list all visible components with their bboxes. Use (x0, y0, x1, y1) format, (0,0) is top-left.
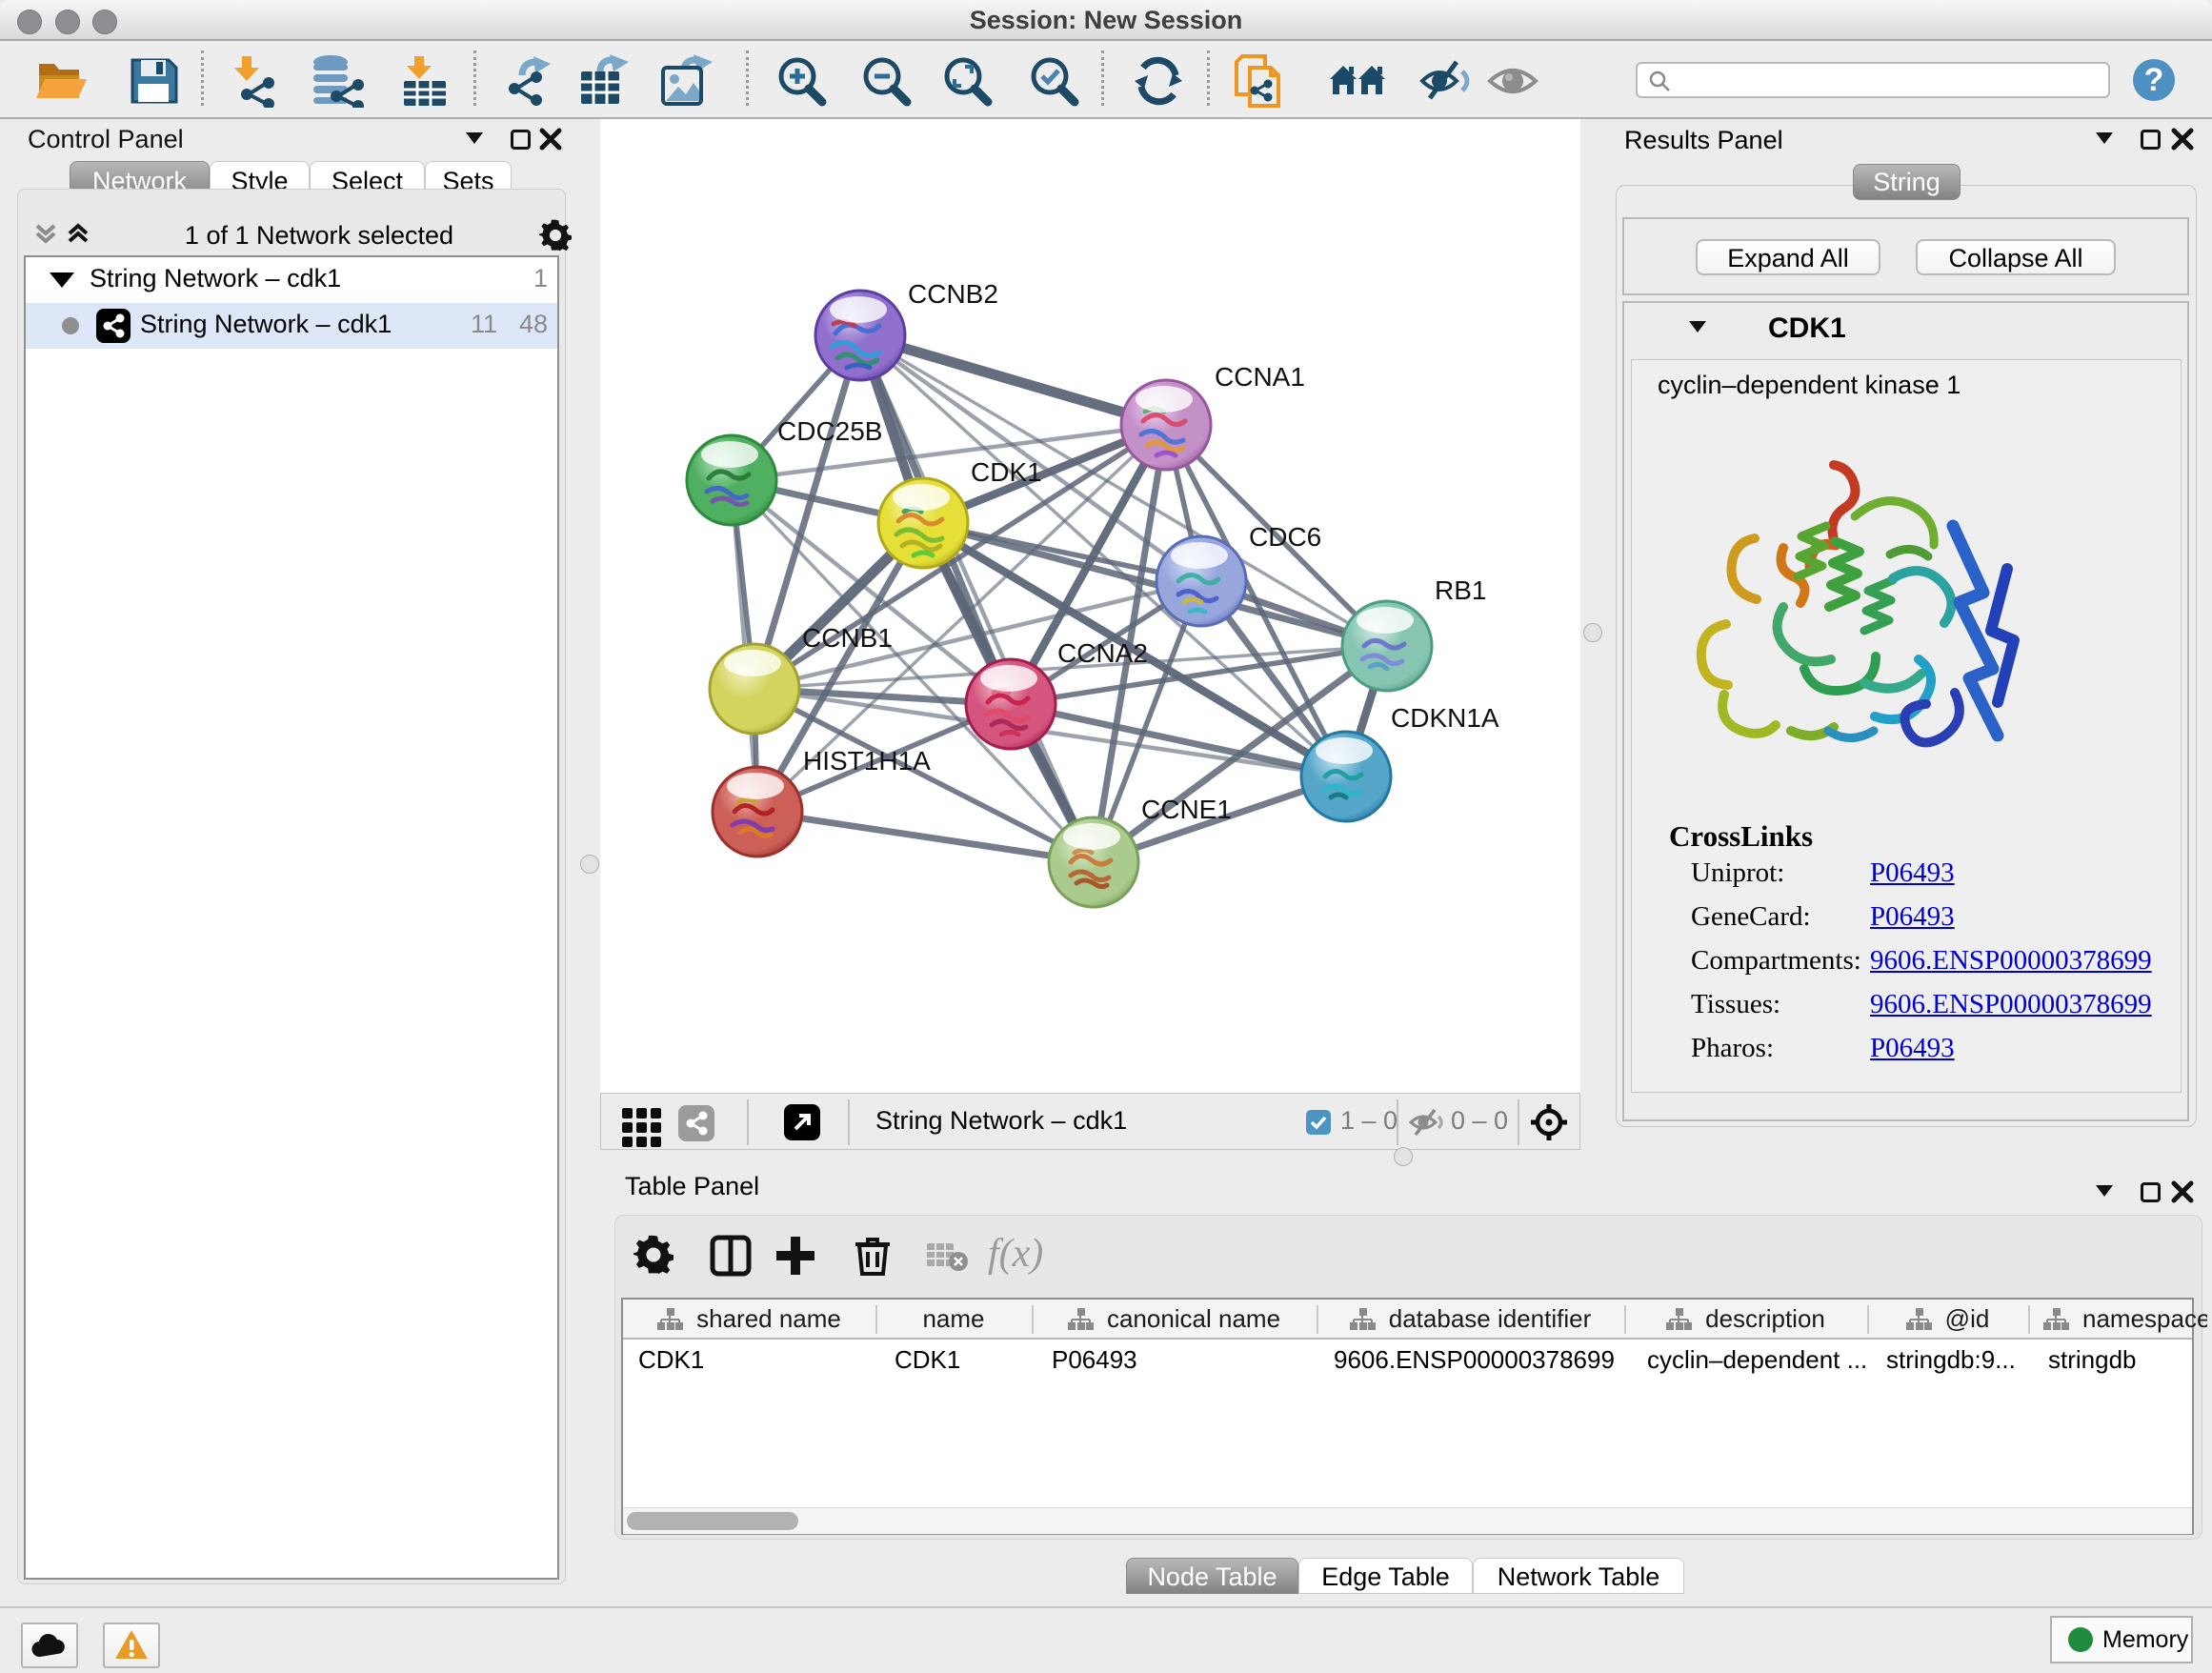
svg-text:CCNE1: CCNE1 (1141, 795, 1232, 824)
svg-text:CCNB1: CCNB1 (802, 623, 893, 653)
svg-text:CCNB2: CCNB2 (908, 279, 998, 309)
svg-text:CDKN1A: CDKN1A (1391, 703, 1499, 733)
svg-text:CDC25B: CDC25B (777, 416, 882, 446)
svg-text:?: ? (2144, 62, 2164, 98)
svg-text:CCNA1: CCNA1 (1215, 362, 1305, 392)
svg-text:CCNA2: CCNA2 (1057, 638, 1148, 668)
svg-text:CDK1: CDK1 (971, 457, 1042, 487)
svg-text:HIST1H1A: HIST1H1A (803, 746, 931, 776)
svg-text:CDC6: CDC6 (1249, 522, 1321, 552)
svg-text:RB1: RB1 (1435, 575, 1486, 605)
